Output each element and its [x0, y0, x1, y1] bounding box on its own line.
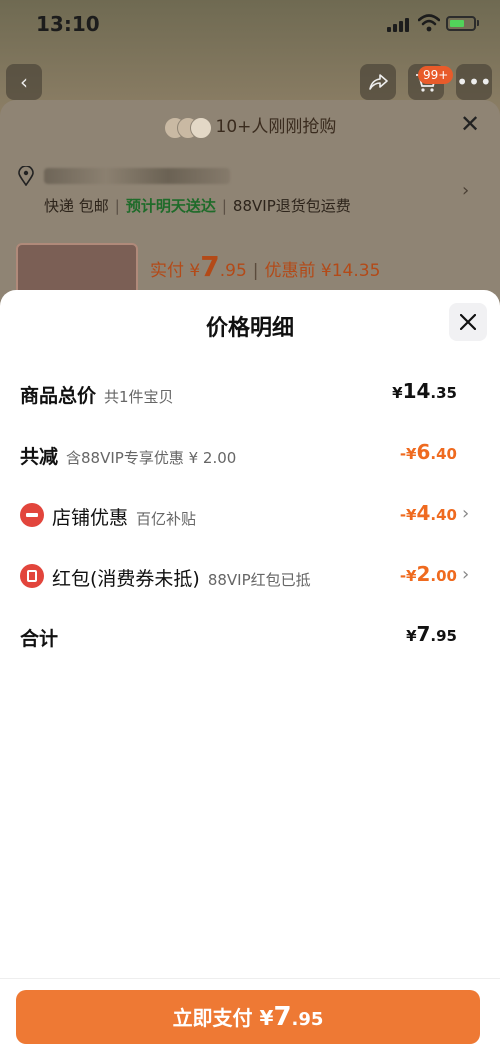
location-pin-icon	[18, 166, 34, 186]
row-red-packet[interactable]: 红包(消费券未抵) 88VIP红包已抵 -¥2.00 ›	[0, 560, 500, 594]
row-label: 商品总价	[20, 385, 97, 407]
wifi-icon	[418, 14, 440, 32]
battery-icon	[446, 16, 476, 31]
red-packet-icon	[20, 564, 44, 588]
status-time: 13:10	[36, 12, 100, 36]
cart-badge: 99+	[418, 66, 454, 84]
status-bar: 13:10	[0, 0, 500, 48]
footer-divider	[0, 978, 500, 979]
modal-title: 价格明细	[205, 316, 294, 341]
rush-text: 10+人刚刚抢购	[215, 117, 337, 137]
address-chevron-icon[interactable]: ›	[462, 180, 469, 201]
share-button[interactable]	[360, 64, 396, 100]
shipping-method: 快递 包邮	[44, 197, 109, 215]
row-amount: -¥4.40	[399, 501, 457, 525]
close-icon	[460, 314, 476, 330]
bg-price-line: 实付 ¥7.95 | 优惠前 ¥14.35	[150, 250, 381, 283]
row-amount: ¥14.35	[392, 379, 457, 403]
shipping-eta: 预计明天送达	[125, 197, 216, 215]
modal-close-button[interactable]	[449, 303, 487, 341]
address-blurred	[44, 168, 230, 184]
row-sub: 共1件宝贝	[104, 388, 174, 406]
row-label: 共减	[20, 446, 59, 468]
sheet-close-icon[interactable]: ✕	[460, 110, 480, 138]
row-total-discount: 共减 含88VIP专享优惠 ¥ 2.00 -¥6.40	[0, 438, 500, 472]
return-note: 88VIP退货包运费	[232, 197, 351, 215]
price-detail-modal: 价格明细 商品总价 共1件宝贝 ¥14.35 共减 含88VIP专享优惠 ¥ 2.0…	[0, 290, 500, 1060]
more-button[interactable]: •••	[456, 64, 492, 100]
row-label: 红包(消费券未抵)	[52, 568, 200, 590]
shipping-info: 快递 包邮 | 预计明天送达 | 88VIP退货包运费	[44, 197, 351, 215]
row-sub: 含88VIP专享优惠 ¥ 2.00	[66, 449, 237, 467]
row-sub: 88VIP红包已抵	[207, 571, 311, 589]
shop-coupon-icon	[20, 503, 44, 527]
buyer-avatars	[163, 117, 212, 139]
rush-banner: 10+人刚刚抢购	[0, 112, 500, 139]
chevron-right-icon: ›	[462, 564, 470, 585]
row-shop-discount[interactable]: 店铺优惠 百亿补贴 -¥4.40 ›	[0, 499, 500, 533]
chevron-right-icon: ›	[462, 503, 470, 524]
row-amount: ¥7.95	[406, 622, 457, 646]
background-page: 13:10 ‹ 99+ ••• 10+人刚刚抢购 ✕ 快递 包邮 | 预计明天送达 |…	[0, 0, 500, 307]
row-amount: -¥6.40	[399, 440, 457, 464]
back-button[interactable]: ‹	[6, 64, 42, 100]
row-grand-total: 合计 ¥7.95	[0, 620, 500, 654]
row-goods-total: 商品总价 共1件宝贝 ¥14.35	[0, 377, 500, 411]
row-amount: -¥2.00	[399, 562, 457, 586]
row-label: 合计	[20, 628, 59, 650]
signal-icon	[387, 16, 411, 32]
share-icon	[369, 74, 388, 90]
row-sub: 百亿补贴	[136, 510, 197, 528]
row-label: 店铺优惠	[52, 507, 129, 529]
pay-now-button[interactable]: 立即支付 ¥7.95	[16, 990, 480, 1044]
